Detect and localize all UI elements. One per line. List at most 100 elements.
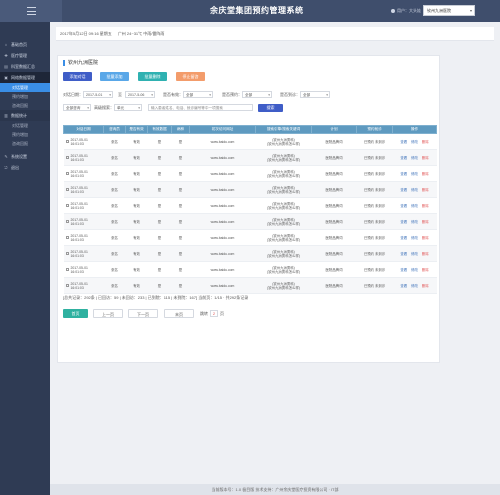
search-button[interactable]: 搜索 — [258, 104, 283, 112]
edit-link[interactable]: 修改 — [411, 204, 418, 208]
column-header[interactable]: 咨询员 — [103, 125, 126, 134]
row-checkbox[interactable] — [65, 188, 69, 191]
column-header[interactable]: 有效数据 — [147, 125, 172, 134]
delete-link[interactable]: 删除 — [422, 140, 429, 144]
sidebar-item-stats[interactable]: ▥ 数据统计 — [0, 110, 50, 121]
hospital-select[interactable]: 钦州九洲医院 ▾ — [423, 5, 475, 16]
booked-select[interactable]: 全部 ▾ — [242, 91, 272, 98]
table-row[interactable]: 2017-05-01 16:01:03 张名 有效是是 www.baidu.com (钦州… — [63, 165, 437, 182]
table-row[interactable]: 2017-05-01 16:01:03 张名 有效是是 www.baidu.com (钦州… — [63, 133, 437, 150]
edit-link[interactable]: 修改 — [411, 268, 418, 272]
row-checkbox[interactable] — [65, 140, 69, 143]
column-header[interactable]: 搜索引擎/搜索关键词 — [255, 125, 312, 134]
row-checkbox[interactable] — [65, 204, 69, 207]
sidebar-item-network-data[interactable]: ▣ 网络数据管理 — [0, 72, 50, 83]
edit-link[interactable]: 修改 — [411, 284, 418, 288]
view-link[interactable]: 查看 — [400, 236, 407, 240]
column-header[interactable]: 是否有效 — [125, 125, 148, 134]
bulk-add-button[interactable]: 批量添加 — [100, 72, 129, 81]
table-row[interactable]: 2017-05-01 16:01:03 张名 有效是是 www.baidu.com (钦州… — [63, 213, 437, 230]
row-checkbox[interactable] — [65, 156, 69, 159]
sidebar-item-medical[interactable]: ✚ 医疗管理 — [0, 50, 50, 61]
edit-link[interactable]: 修改 — [411, 156, 418, 160]
view-link[interactable]: 查看 — [400, 268, 407, 272]
view-link[interactable]: 查看 — [400, 252, 407, 256]
edit-link[interactable]: 修改 — [411, 236, 418, 240]
delete-link[interactable]: 删除 — [422, 284, 429, 288]
column-header[interactable]: 预约就诊 — [356, 125, 393, 134]
menu-toggle-button[interactable] — [0, 0, 62, 22]
table-row[interactable]: 2017-05-01 16:01:03 张名 有效是是 www.baidu.com (钦州… — [63, 181, 437, 198]
arrived-select[interactable]: 全部 ▾ — [300, 91, 330, 98]
date-to-field[interactable]: 2017-5-06 ▾ — [125, 91, 155, 98]
table-row[interactable]: 2017-05-01 16:01:03 张名 有效是是 www.baidu.com (钦州… — [63, 245, 437, 262]
prev-page-button[interactable]: 上一页 — [93, 309, 123, 318]
add-dialog-button[interactable]: 添加对话 — [63, 72, 92, 81]
delete-link[interactable]: 删除 — [422, 268, 429, 272]
table-row[interactable]: 2017-05-01 16:01:03 张名 有效是是 www.baidu.com (钦州… — [63, 197, 437, 214]
cell-valid: 有效 — [125, 149, 148, 166]
delete-link[interactable]: 删除 — [422, 172, 429, 176]
edit-link[interactable]: 修改 — [411, 220, 418, 224]
booked-status: 已预约 — [363, 283, 375, 288]
row-checkbox[interactable] — [65, 236, 69, 239]
delete-link[interactable]: 删除 — [422, 156, 429, 160]
search-type-select[interactable]: 单元 ▾ — [114, 104, 142, 111]
table-row[interactable]: 2017-05-01 16:01:03 张名 有效是是 www.baidu.com (钦州… — [63, 261, 437, 278]
table-row[interactable]: 2017-05-01 16:01:03 张名 有效是是 www.baidu.com (钦州… — [63, 149, 437, 166]
delete-link[interactable]: 删除 — [422, 236, 429, 240]
user-info[interactable]: 用户：大头娃 — [391, 8, 421, 14]
column-header[interactable]: 初次访问网址 — [189, 125, 256, 134]
first-page-button[interactable]: 首页 — [63, 309, 88, 318]
sidebar-item-logout[interactable]: ⎋ 退出 — [0, 162, 50, 173]
delete-link[interactable]: 删除 — [422, 204, 429, 208]
delete-link[interactable]: 删除 — [422, 252, 429, 256]
keyword-search-input[interactable]: 输入患者姓名、电话、就诊编号等中一项搜索 — [148, 104, 253, 111]
page-input[interactable]: 2 — [210, 310, 218, 317]
column-header[interactable]: 病种 — [171, 125, 190, 134]
cell-date: 2017-05-01 16:01:03 — [63, 149, 104, 166]
column-header[interactable]: 操作 — [392, 125, 437, 134]
sidebar-subitem-dialog-2[interactable]: 对话管理 — [0, 121, 50, 130]
stop-consult-button[interactable]: 停止留咨 — [176, 72, 205, 81]
row-checkbox[interactable] — [65, 172, 69, 175]
view-link[interactable]: 查看 — [400, 220, 407, 224]
delete-link[interactable]: 删除 — [422, 220, 429, 224]
row-checkbox[interactable] — [65, 220, 69, 223]
sidebar-item-settings[interactable]: ✎ 系统设置 — [0, 151, 50, 162]
view-link[interactable]: 查看 — [400, 156, 407, 160]
next-page-button[interactable]: 下一页 — [128, 309, 158, 318]
edit-link[interactable]: 修改 — [411, 188, 418, 192]
delete-link[interactable]: 删除 — [422, 188, 429, 192]
sidebar-subitem-booking-2[interactable]: 预约增加 — [0, 130, 50, 139]
cell-actions: 查看 修改 删除 — [392, 229, 437, 246]
sidebar-subitem-consult[interactable]: 咨询回报 — [0, 101, 50, 110]
last-page-button[interactable]: 末页 — [164, 309, 194, 318]
column-header[interactable]: 计划 — [311, 125, 357, 134]
dept-select[interactable]: 全部咨询 ▾ — [63, 104, 91, 111]
edit-link[interactable]: 修改 — [411, 140, 418, 144]
page-jump: 跳转 2 页 — [200, 309, 224, 318]
date-from-field[interactable]: 2017-5-01 ▾ — [83, 91, 113, 98]
table-row[interactable]: 2017-05-01 16:01:03 张名 有效是是 www.baidu.com (钦州… — [63, 229, 437, 246]
sidebar-item-home[interactable]: ⌂ 基础首页 — [0, 39, 50, 50]
column-header[interactable]: 对话日期 — [63, 125, 104, 134]
row-checkbox[interactable] — [65, 268, 69, 271]
view-link[interactable]: 查看 — [400, 188, 407, 192]
sidebar-item-dept-summary[interactable]: ▤ 科室数据汇总 — [0, 61, 50, 72]
table-row[interactable]: 2017-05-01 16:01:03 张名 有效是是 www.baidu.com (钦州… — [63, 277, 437, 294]
row-checkbox[interactable] — [65, 284, 69, 287]
view-link[interactable]: 查看 — [400, 140, 407, 144]
view-link[interactable]: 查看 — [400, 204, 407, 208]
view-link[interactable]: 查看 — [400, 284, 407, 288]
edit-link[interactable]: 修改 — [411, 252, 418, 256]
edit-link[interactable]: 修改 — [411, 172, 418, 176]
valid-select[interactable]: 全部 ▾ — [183, 91, 213, 98]
bulk-delete-button[interactable]: 批量删除 — [138, 72, 167, 81]
sidebar-subitem-dialog[interactable]: 对话管理 — [0, 83, 50, 92]
view-link[interactable]: 查看 — [400, 172, 407, 176]
sidebar-subitem-booking[interactable]: 预约增加 — [0, 92, 50, 101]
sidebar-subitem-consult-2[interactable]: 咨询回报 — [0, 139, 50, 148]
cell-booking: 已预约 未到诊 — [356, 261, 393, 278]
row-checkbox[interactable] — [65, 252, 69, 255]
